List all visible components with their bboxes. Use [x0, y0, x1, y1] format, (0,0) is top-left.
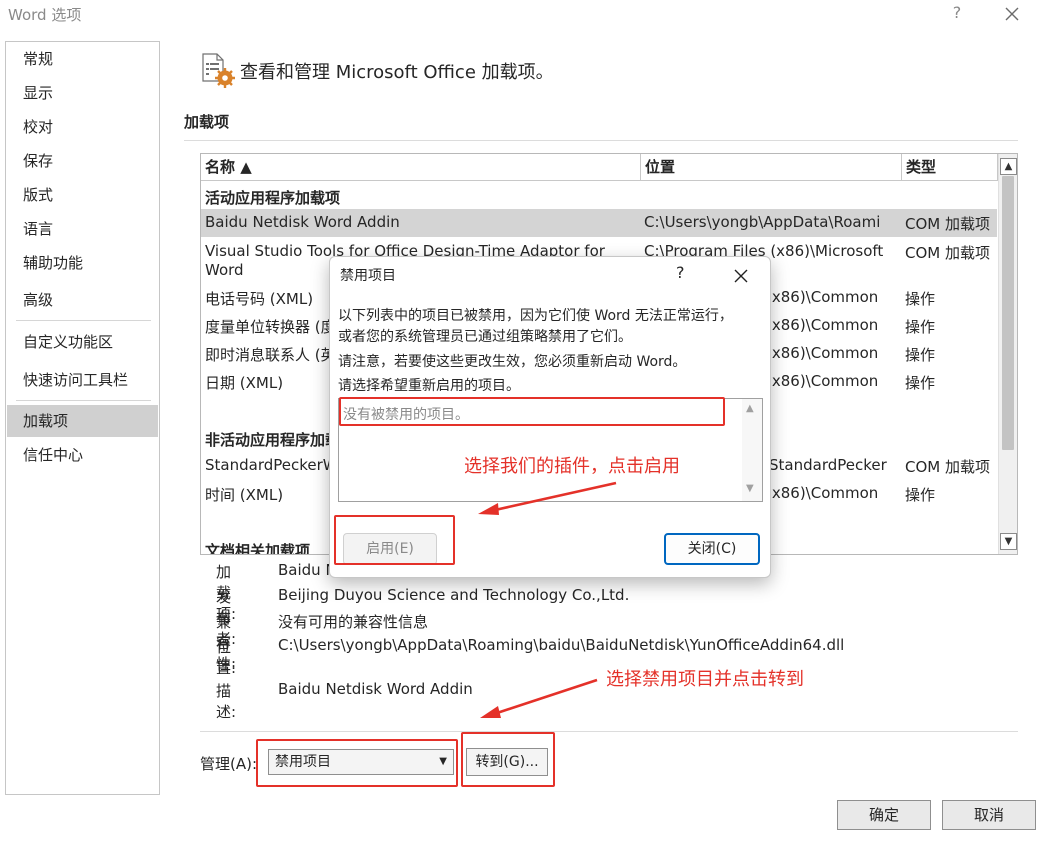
nav-divider: [16, 400, 151, 401]
detail-value: 没有可用的兼容性信息: [278, 613, 429, 631]
list-scrollbar[interactable]: ▲ ▼: [742, 399, 762, 501]
scroll-thumb[interactable]: [1002, 176, 1014, 450]
close-icon[interactable]: [1000, 2, 1024, 26]
nav-divider: [16, 320, 151, 321]
detail-value: Beijing Duyou Science and Technology Co.…: [278, 586, 630, 604]
detail-label: 位置:: [216, 638, 237, 677]
window-title: Word 选项: [8, 6, 82, 24]
annotation-box-enable: [334, 515, 455, 565]
row-type: COM 加载项: [905, 215, 990, 233]
nav-item-proofing[interactable]: 校对: [7, 111, 158, 143]
nav-item-save[interactable]: 保存: [7, 145, 158, 177]
ok-button[interactable]: 确定: [837, 800, 931, 830]
row-type: COM 加载项: [905, 244, 990, 262]
group-header-inactive: 非活动应用程序加载: [205, 431, 341, 449]
detail-value: C:\Users\yongb\AppData\Roaming\baidu\Bai…: [278, 636, 845, 654]
row-type: 操作: [905, 318, 936, 336]
detail-value: Baidu Netdisk Word Addin: [278, 680, 473, 698]
row-type: 操作: [905, 346, 936, 364]
manage-label: 管理(A):: [200, 755, 258, 773]
row-type: 操作: [905, 486, 936, 504]
row-type: 操作: [905, 290, 936, 308]
nav-item-customize-ribbon[interactable]: 自定义功能区: [7, 326, 158, 358]
dialog-message: 以下列表中的项目已被禁用，因为它们使 Word 无法正常运行，: [338, 308, 733, 324]
scroll-down-icon[interactable]: ▼: [1000, 533, 1017, 550]
annotation-note: 选择我们的插件，点击启用: [464, 456, 680, 477]
nav-item-layout[interactable]: 版式: [7, 179, 158, 211]
help-button[interactable]: ?: [946, 3, 968, 25]
manage-divider: [200, 731, 1018, 732]
dialog-message: 或者您的系统管理员已通过组策略禁用了它们。: [338, 329, 632, 345]
nav-item-language[interactable]: 语言: [7, 213, 158, 245]
row-type: COM 加载项: [905, 458, 990, 476]
row-type: 操作: [905, 374, 936, 392]
cancel-button[interactable]: 取消: [942, 800, 1036, 830]
detail-value: Baidu N: [278, 561, 337, 579]
column-header-name[interactable]: 名称 ▲: [201, 154, 641, 181]
group-header-active: 活动应用程序加载项: [205, 189, 341, 207]
nav-item-general[interactable]: 常规: [7, 43, 158, 75]
page-heading: 查看和管理 Microsoft Office 加载项。: [240, 62, 554, 83]
dialog-close-icon[interactable]: [730, 265, 752, 287]
column-header-location[interactable]: 位置: [641, 154, 902, 181]
scroll-up-icon[interactable]: ▲: [1000, 158, 1017, 175]
column-header-type[interactable]: 类型: [902, 154, 998, 181]
annotation-box-list: [339, 397, 725, 426]
dialog-title: 禁用项目: [340, 268, 396, 284]
scroll-down-icon[interactable]: ▼: [746, 483, 754, 494]
row-name: Baidu Netdisk Word Addin: [205, 213, 400, 231]
nav-item-addins[interactable]: 加载项: [7, 405, 158, 437]
nav-item-quick-access[interactable]: 快速访问工具栏: [7, 364, 158, 396]
nav-item-trust-center[interactable]: 信任中心: [7, 439, 158, 471]
nav-item-display[interactable]: 显示: [7, 77, 158, 109]
dialog-message: 请注意，若要使这些更改生效，您必须重新启动 Word。: [338, 354, 687, 370]
annotation-note: 选择禁用项目并点击转到: [606, 669, 804, 690]
annotation-box-manage: [256, 739, 458, 787]
detail-label: 描述:: [216, 682, 237, 721]
nav-item-accessibility[interactable]: 辅助功能: [7, 247, 158, 279]
dialog-help-button[interactable]: ?: [676, 263, 685, 282]
dialog-message: 请选择希望重新启用的项目。: [338, 378, 520, 394]
annotation-box-go: [461, 732, 555, 787]
nav-item-advanced[interactable]: 高级: [7, 284, 158, 316]
scroll-up-icon[interactable]: ▲: [746, 403, 754, 414]
dialog-close-button[interactable]: 关闭(C): [664, 533, 760, 565]
addins-gear-icon: [202, 53, 235, 88]
section-divider: [184, 140, 1018, 141]
section-title: 加载项: [184, 113, 230, 131]
group-header-document: 文档相关加载项: [205, 542, 311, 555]
table-scrollbar[interactable]: ▲ ▼: [998, 154, 1017, 554]
table-row[interactable]: Baidu Netdisk Word Addin C:\Users\yongb\…: [201, 209, 997, 237]
title-bar: Word 选项 ?: [0, 0, 1041, 30]
row-location: C:\Users\yongb\AppData\Roami: [644, 213, 881, 231]
options-nav: 常规 显示 校对 保存 版式 语言 辅助功能 高级 自定义功能区 快速访问工具栏…: [5, 41, 160, 795]
